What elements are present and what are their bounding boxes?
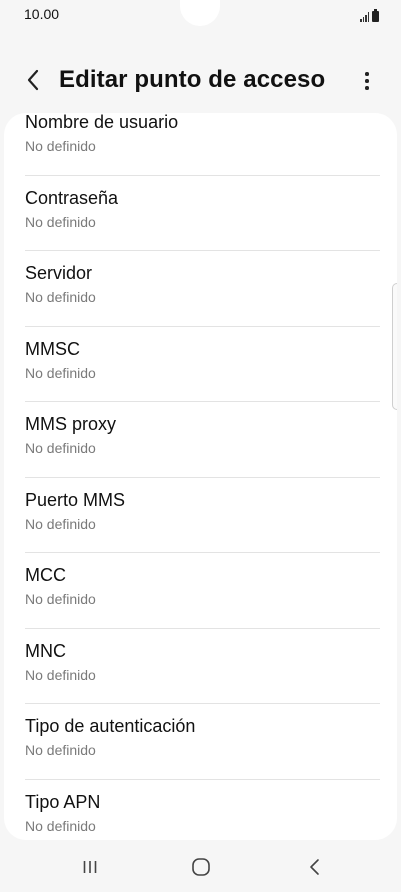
list-item-mms-proxy[interactable]: MMS proxy No definido xyxy=(25,402,380,478)
nav-back-button[interactable] xyxy=(295,852,335,882)
item-value: No definido xyxy=(25,289,96,305)
item-title: MNC xyxy=(25,640,66,661)
item-value: No definido xyxy=(25,817,96,834)
camera-notch xyxy=(180,0,220,26)
status-icons xyxy=(360,8,379,22)
list-item-server[interactable]: Servidor No definido xyxy=(25,251,380,327)
back-button[interactable] xyxy=(18,62,48,98)
list-item-mnc[interactable]: MNC No definido xyxy=(25,629,380,704)
back-icon xyxy=(310,859,319,875)
navigation-bar xyxy=(0,840,401,892)
item-value: No definido xyxy=(25,213,96,230)
status-time: 10.00 xyxy=(24,6,60,22)
item-value: No definido xyxy=(25,138,96,154)
item-title: MMS proxy xyxy=(25,414,117,434)
more-vertical-icon xyxy=(365,72,369,76)
item-title: Tipo de autenticación xyxy=(25,716,196,736)
item-title: MCC xyxy=(25,565,66,585)
item-title: MMSC xyxy=(25,338,80,359)
settings-list[interactable]: Nombre de usuario No definido Contraseña… xyxy=(4,113,397,840)
item-title: Puerto MMS xyxy=(25,489,126,510)
more-options-button[interactable] xyxy=(357,64,377,98)
app-header: Editar punto de acceso xyxy=(0,58,401,104)
list-item-auth-type[interactable]: Tipo de autenticación No definido xyxy=(25,704,380,780)
list-item-mmsc[interactable]: MMSC No definido xyxy=(25,327,380,402)
list-item-password[interactable]: Contraseña No definido xyxy=(25,176,380,251)
recent-apps-icon xyxy=(83,861,97,873)
item-value: No definido xyxy=(25,364,96,381)
page-title: Editar punto de acceso xyxy=(59,66,326,93)
item-value: No definido xyxy=(25,742,96,758)
list-item-mcc[interactable]: MCC No definido xyxy=(25,553,380,629)
item-value: No definido xyxy=(25,440,96,456)
list-item-apn-type[interactable]: Tipo APN No definido xyxy=(25,780,380,841)
item-title: Contraseña xyxy=(25,187,119,208)
battery-icon xyxy=(372,9,379,22)
status-bar: 10.00 xyxy=(0,0,401,30)
chevron-left-icon xyxy=(27,69,39,91)
signal-icon xyxy=(360,12,369,22)
item-value: No definido xyxy=(25,591,96,607)
item-title: Tipo APN xyxy=(25,791,101,812)
home-icon xyxy=(192,858,210,876)
item-title: Servidor xyxy=(25,263,93,283)
list-items: Nombre de usuario No definido Contraseña… xyxy=(4,113,397,840)
screen: 10.00 Editar punto de acceso Nombre de u… xyxy=(0,0,401,892)
recent-apps-button[interactable] xyxy=(70,852,110,882)
item-value: No definido xyxy=(25,666,96,683)
list-item-mms-port[interactable]: Puerto MMS No definido xyxy=(25,478,380,553)
item-title: Nombre de usuario xyxy=(25,113,179,132)
scrollbar[interactable] xyxy=(392,283,397,410)
list-item-username[interactable]: Nombre de usuario No definido xyxy=(25,113,380,176)
item-value: No definido xyxy=(25,515,96,532)
home-button[interactable] xyxy=(181,852,221,882)
